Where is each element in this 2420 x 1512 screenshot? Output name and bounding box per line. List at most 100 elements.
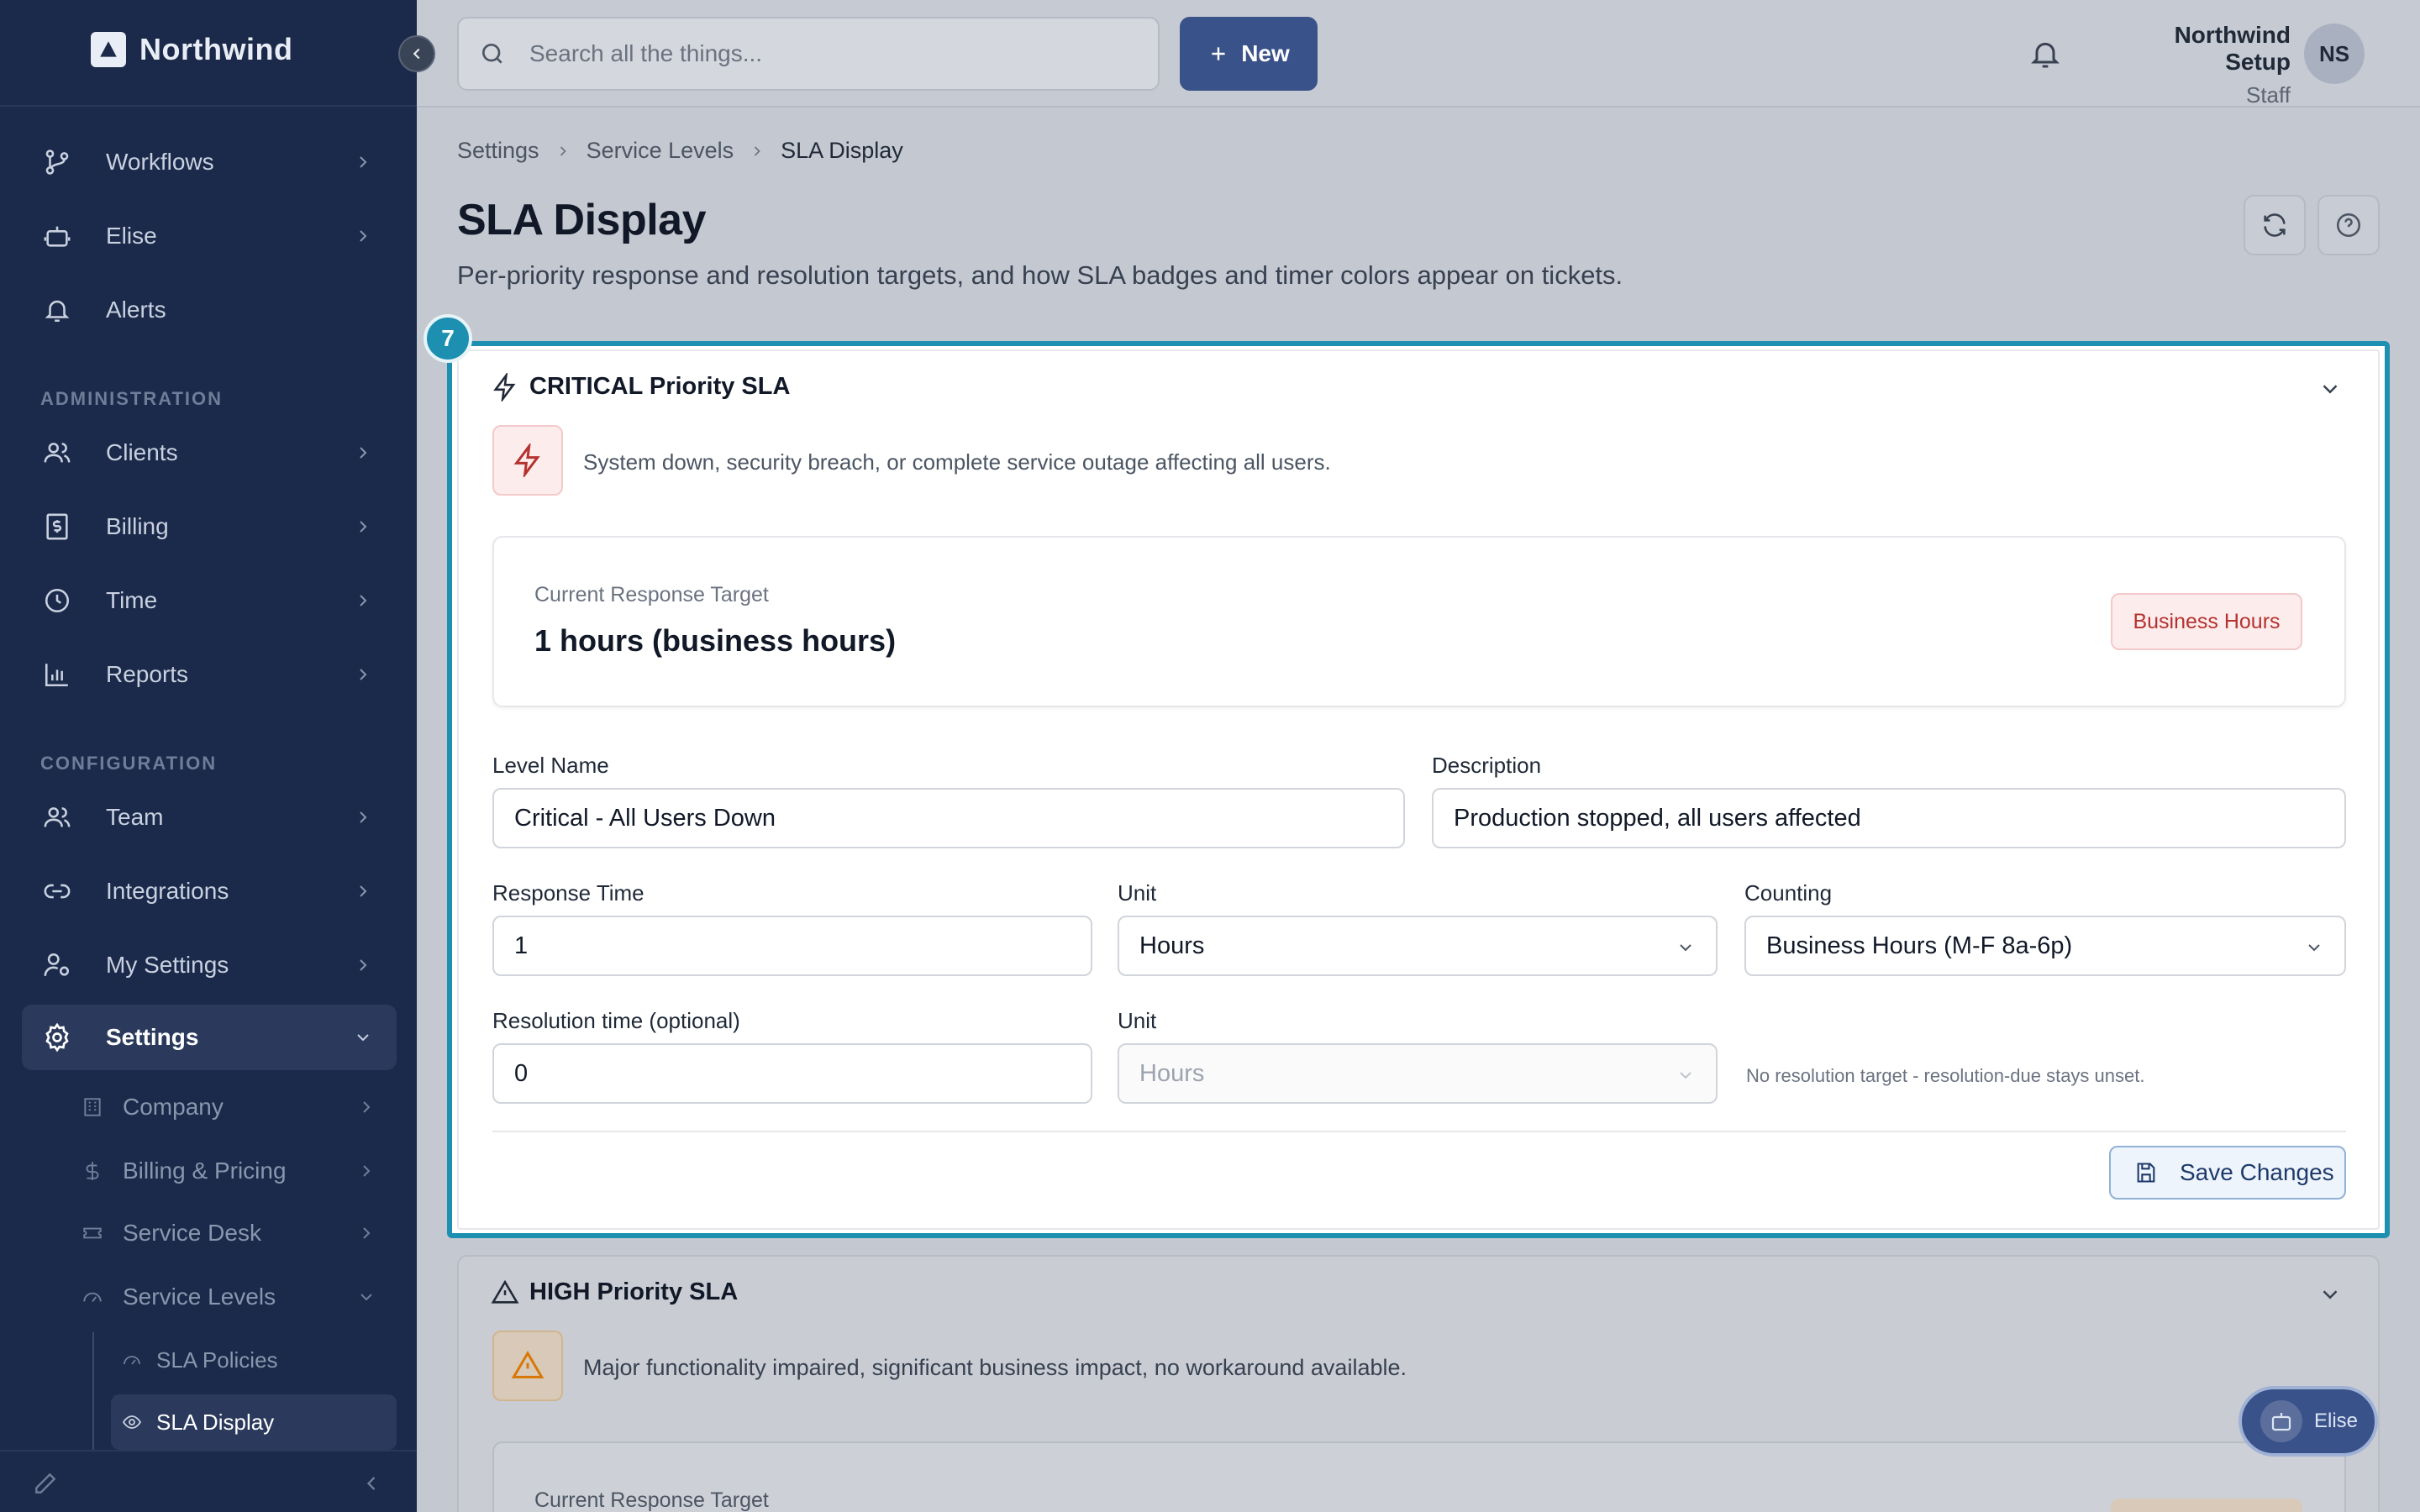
- team-icon: [40, 801, 74, 834]
- new-button[interactable]: New: [1180, 17, 1318, 91]
- sidebar-subitem-label: Service Desk: [123, 1220, 261, 1246]
- user-name: Northwind Setup: [2174, 22, 2291, 75]
- breadcrumb-sla-display: SLA Display: [781, 138, 903, 163]
- search-placeholder: Search all the things...: [529, 40, 763, 66]
- chevron-right-icon: [360, 885, 367, 897]
- elise-label: Elise: [2314, 1410, 2359, 1432]
- sidebar-item-label: Reports: [106, 661, 189, 687]
- gauge-icon: [121, 1349, 143, 1371]
- warning-triangle-icon: [511, 1351, 544, 1378]
- sidebar-item-label: Clients: [106, 439, 178, 465]
- sidebar-item-elise[interactable]: Elise: [22, 203, 397, 269]
- sidebar-item-label: Workflows: [106, 149, 214, 175]
- elise-assistant-button[interactable]: Elise: [2238, 1386, 2378, 1457]
- chevron-right-icon: [360, 521, 367, 533]
- avatar[interactable]: NS: [2304, 24, 2365, 84]
- sidebar-subitem-sla-policies[interactable]: SLA Policies: [111, 1332, 397, 1388]
- description-input[interactable]: Production stopped, all users affected: [1432, 788, 2346, 848]
- sidebar-item-clients[interactable]: Clients: [22, 420, 397, 486]
- sidebar-subitem-label: SLA Policies: [156, 1347, 278, 1373]
- sidebar-subitem-service-levels[interactable]: Service Levels: [77, 1270, 397, 1324]
- bot-icon: [40, 219, 74, 253]
- unit-select[interactable]: Hours: [1118, 916, 1718, 976]
- chevron-left-icon[interactable]: [360, 1472, 383, 1495]
- sidebar-item-label: Integrations: [106, 878, 229, 904]
- plus-icon: [1212, 47, 1225, 60]
- sidebar-item-label: My Settings: [106, 952, 229, 978]
- brand[interactable]: Northwind: [91, 32, 292, 67]
- sidebar-collapse-button[interactable]: [398, 35, 435, 72]
- sidebar-subitem-billing-pricing[interactable]: Billing & Pricing: [77, 1144, 397, 1198]
- chevron-down-icon[interactable]: [2317, 376, 2343, 402]
- response-time-input[interactable]: 1: [492, 916, 1092, 976]
- sidebar-item-time[interactable]: Time: [22, 568, 397, 633]
- response-time-label: Response Time: [492, 880, 644, 906]
- business-hours-badge: Business Hours: [2111, 593, 2302, 650]
- critical-priority-description: System down, security breach, or complet…: [583, 449, 1331, 475]
- ticket-icon: [81, 1221, 104, 1245]
- critical-card-title[interactable]: CRITICAL Priority SLA: [529, 373, 790, 401]
- bar-chart-icon: [40, 658, 74, 691]
- chevron-right-icon: [360, 669, 367, 680]
- sidebar-item-billing[interactable]: Billing: [22, 494, 397, 559]
- warning-triangle-icon: [491, 1279, 519, 1304]
- sidebar-subitem-company[interactable]: Company: [77, 1080, 397, 1134]
- chevron-right-icon: [360, 811, 367, 823]
- chevron-right-icon: [360, 447, 367, 459]
- high-response-target-label: Current Response Target: [534, 1488, 769, 1512]
- save-changes-label: Save Changes: [2180, 1159, 2334, 1185]
- chevron-down-icon[interactable]: [2317, 1282, 2343, 1307]
- save-icon: [2137, 1163, 2155, 1183]
- counting-label: Counting: [1744, 880, 1833, 906]
- sidebar-item-my-settings[interactable]: My Settings: [22, 932, 397, 998]
- sidebar-subitem-label: Billing & Pricing: [123, 1158, 287, 1184]
- building-icon: [81, 1095, 104, 1119]
- search-input[interactable]: Search all the things...: [457, 17, 1160, 91]
- sidebar-item-workflows[interactable]: Workflows: [22, 129, 397, 195]
- chevron-right-icon: [363, 1227, 371, 1239]
- sidebar-item-alerts[interactable]: Alerts: [22, 277, 397, 343]
- level-name-input[interactable]: Critical - All Users Down: [492, 788, 1405, 848]
- counting-select[interactable]: Business Hours (M-F 8a-6p): [1744, 916, 2346, 976]
- user-menu[interactable]: Northwind Setup Staff: [2106, 22, 2291, 108]
- chevron-down-icon: [1680, 944, 1691, 952]
- resolution-time-input[interactable]: 0: [492, 1043, 1092, 1104]
- current-response-target-value: 1 hours (business hours): [534, 623, 897, 658]
- chevron-right-icon: [360, 959, 367, 971]
- sidebar-divider: [0, 105, 417, 107]
- notifications-button[interactable]: [2025, 34, 2065, 74]
- current-response-target-label: Current Response Target: [534, 583, 769, 606]
- sidebar-item-team[interactable]: Team: [22, 785, 397, 850]
- chevron-right-icon: [363, 1165, 371, 1177]
- pencil-icon[interactable]: [32, 1470, 59, 1497]
- sidebar-subitem-label: SLA Display: [156, 1409, 275, 1435]
- section-label-administration: ADMINISTRATION: [40, 388, 224, 409]
- help-button[interactable]: [2317, 195, 2380, 255]
- save-changes-button[interactable]: Save Changes: [2109, 1146, 2346, 1200]
- breadcrumb: Settings Service Levels SLA Display: [457, 138, 903, 164]
- chevron-right-icon: [755, 145, 760, 156]
- sidebar-subitem-service-desk[interactable]: Service Desk: [77, 1206, 397, 1260]
- users-icon: [40, 436, 74, 470]
- chevron-right-icon: [360, 156, 367, 168]
- refresh-button[interactable]: [2244, 195, 2306, 255]
- chevron-right-icon: [360, 230, 367, 242]
- sidebar-item-label: Settings: [106, 1024, 199, 1050]
- refresh-icon: [2264, 213, 2286, 237]
- sidebar-subitem-sla-display[interactable]: SLA Display: [111, 1394, 397, 1450]
- high-card-title[interactable]: HIGH Priority SLA: [529, 1278, 738, 1306]
- tour-step-badge: 7: [424, 314, 472, 363]
- lightning-icon: [513, 444, 540, 477]
- level-name-label: Level Name: [492, 753, 609, 778]
- sidebar-item-integrations[interactable]: Integrations: [22, 858, 397, 924]
- sidebar-item-settings[interactable]: Settings: [22, 1005, 397, 1070]
- tree-line: [92, 1332, 94, 1450]
- sidebar-item-reports[interactable]: Reports: [22, 642, 397, 707]
- search-icon: [482, 44, 502, 64]
- high-priority-description: Major functionality impaired, significan…: [583, 1355, 1407, 1380]
- current-response-target-panel: [492, 536, 2346, 707]
- bot-icon: [2260, 1400, 2302, 1442]
- breadcrumb-settings[interactable]: Settings: [457, 138, 539, 164]
- breadcrumb-service-levels[interactable]: Service Levels: [587, 138, 734, 164]
- sidebar-subitem-label: Company: [123, 1094, 224, 1120]
